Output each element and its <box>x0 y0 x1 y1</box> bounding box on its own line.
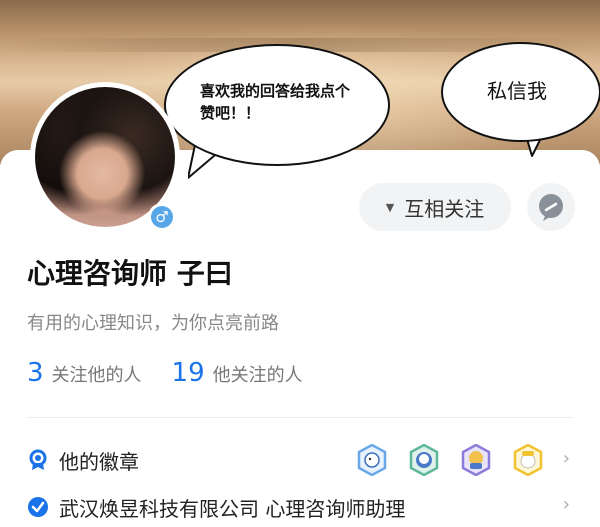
chevron-right-icon[interactable]: › <box>563 448 570 469</box>
profile-name: 心理咨询师 子曰 <box>27 257 233 290</box>
gender-symbol: ♂ <box>151 206 173 228</box>
badge-2-icon <box>409 444 439 476</box>
followers-label[interactable]: 关注他的人 <box>52 361 142 387</box>
speech-bubble-like: 喜欢我的回答给我点个赞吧！！ <box>164 44 390 166</box>
badge-3-icon <box>461 444 491 476</box>
company-label: 武汉焕昱科技有限公司 心理咨询师助理 <box>59 496 406 521</box>
speech-bubble-message-text: 私信我 <box>487 78 547 103</box>
chat-bubble-icon <box>539 194 563 221</box>
dropdown-triangle-icon: ▼ <box>385 200 395 214</box>
followers-count[interactable]: 3 <box>27 358 44 388</box>
following-label[interactable]: 他关注的人 <box>213 361 303 387</box>
divider <box>27 417 573 418</box>
speech-bubble-like-text: 喜欢我的回答给我点个赞吧！！ <box>200 82 351 122</box>
badges-label: 他的徽章 <box>59 449 139 474</box>
message-button[interactable] <box>527 183 575 231</box>
mutual-follow-label: 互相关注 <box>404 196 485 221</box>
following-count[interactable]: 19 <box>172 358 205 388</box>
ribbon-icon <box>27 449 49 471</box>
profile-bio: 有用的心理知识，为你点亮前路 <box>27 313 279 334</box>
follow-stats: 3 关注他的人 19 他关注的人 <box>27 358 303 388</box>
badge-list[interactable] <box>356 440 544 480</box>
badge-1-icon <box>357 444 387 476</box>
gender-male-icon: ♂ <box>148 203 176 231</box>
verified-check-icon <box>27 496 49 518</box>
company-row[interactable]: 武汉焕昱科技有限公司 心理咨询师助理 <box>27 487 600 527</box>
speech-bubble-message: 私信我 <box>441 42 600 142</box>
mutual-follow-button[interactable]: ▼ 互相关注 <box>359 183 511 231</box>
badge-4-icon <box>513 444 543 476</box>
